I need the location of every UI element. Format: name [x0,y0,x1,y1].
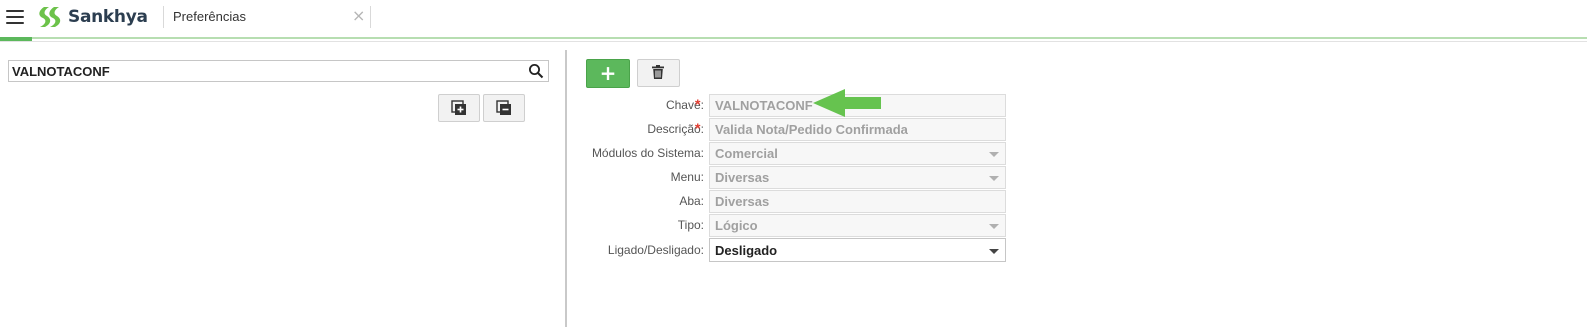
aba-label: Aba: [679,194,704,208]
descricao-value: Valida Nota/Pedido Confirmada [715,122,908,137]
descricao-field: Valida Nota/Pedido Confirmada [709,118,1006,141]
add-button[interactable]: + [586,59,630,88]
tipo-select: Lógico [709,214,1006,237]
chevron-down-icon [989,224,999,229]
ligado-desligado-select[interactable]: Desligado [709,238,1006,262]
plus-icon: + [599,61,617,85]
collapse-all-icon [496,100,511,115]
divider [370,6,371,28]
tipo-label: Tipo: [677,218,704,232]
search-box [8,60,549,82]
required-marker: * [695,120,701,136]
modulos-value: Comercial [715,146,778,161]
hamburger-menu-icon[interactable] [6,10,24,24]
modulos-select: Comercial [709,142,1006,165]
chave-value: VALNOTACONF [715,98,813,113]
menu-value: Diversas [715,170,770,185]
sankhya-logo-mark [39,7,61,27]
tab-preferencias[interactable]: Preferências × [164,0,370,36]
aba-value: Diversas [715,194,770,209]
tab-underline [0,37,1587,39]
close-icon[interactable]: × [352,6,365,25]
chevron-down-icon [989,152,999,157]
divider [0,41,1587,42]
ligado-desligado-label: Ligado/Desligado: [607,243,704,257]
search-icon[interactable] [528,63,544,79]
modulos-label: Módulos do Sistema: [591,146,704,160]
ligado-desligado-value: Desligado [715,243,778,258]
tipo-value: Lógico [715,218,758,233]
menu-select: Diversas [709,166,1006,189]
expand-all-button[interactable] [438,94,480,122]
trash-icon [652,65,664,79]
sankhya-logo: Sankhya [35,6,148,28]
aba-field: Diversas [709,190,1006,213]
collapse-all-button[interactable] [483,94,525,122]
panel-splitter[interactable] [565,50,567,327]
top-bar: Sankhya Preferências × [0,0,1587,36]
tab-label: Preferências [173,9,246,24]
required-marker: * [695,96,701,112]
delete-button[interactable] [637,59,680,87]
search-input[interactable] [12,62,522,80]
chevron-down-icon [989,249,999,254]
expand-all-icon [451,100,466,115]
chevron-down-icon [989,176,999,181]
brand-name: Sankhya [68,7,148,27]
annotation-arrow-icon [813,89,881,117]
menu-label: Menu: [670,170,704,184]
